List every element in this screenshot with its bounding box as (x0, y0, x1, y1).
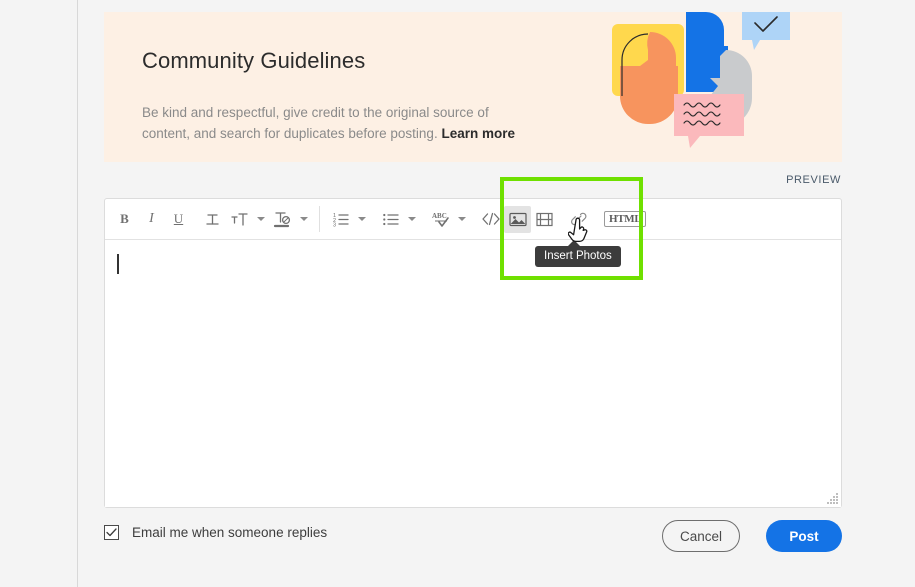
insert-photos-tooltip: Insert Photos (535, 240, 621, 267)
bullet-list-icon[interactable] (377, 206, 404, 233)
insert-code-icon[interactable] (477, 206, 504, 233)
editor-toolbar: B I U 1 2 3 ABC HTML (105, 199, 841, 240)
italic-glyph: I (149, 211, 154, 226)
font-size-icon[interactable] (226, 206, 253, 233)
preview-label[interactable]: PREVIEW (786, 174, 841, 186)
email-notify-label: Email me when someone replies (132, 525, 328, 540)
page-root: Community Guidelines Be kind and respect… (0, 0, 915, 587)
insert-photos-icon[interactable] (504, 205, 531, 233)
editor-text-area[interactable] (105, 240, 841, 507)
toolbar-separator (319, 206, 320, 232)
illustration-pink-bubble (674, 94, 744, 148)
numbered-list-dropdown-caret[interactable] (354, 206, 370, 233)
community-guidelines-banner: Community Guidelines Be kind and respect… (104, 12, 842, 162)
font-size-dropdown-caret[interactable] (253, 206, 269, 233)
italic-icon[interactable]: I (138, 206, 165, 233)
editor-footer: Email me when someone replies Cancel Pos… (104, 520, 842, 562)
post-editor: B I U 1 2 3 ABC HTML (104, 198, 842, 508)
bold-icon[interactable]: B (111, 206, 138, 233)
svg-text:3: 3 (333, 222, 336, 228)
illustration-blue-bubble (742, 12, 790, 50)
numbered-list-icon[interactable]: 1 2 3 (327, 206, 354, 233)
underline-icon[interactable]: U (165, 206, 192, 233)
spell-check-icon[interactable]: ABC (427, 206, 454, 233)
email-notify-checkbox[interactable]: Email me when someone replies (104, 525, 327, 540)
more-options-caret[interactable] (454, 206, 470, 233)
post-button[interactable]: Post (766, 520, 842, 552)
resize-handle[interactable] (827, 493, 839, 505)
page-divider-left (77, 0, 78, 587)
learn-more-link[interactable]: Learn more (441, 126, 515, 141)
text-color-icon[interactable] (269, 206, 296, 233)
hand-cursor-icon (568, 217, 588, 243)
underline-glyph: U (173, 211, 184, 226)
html-source-button[interactable]: HTML (604, 211, 647, 227)
banner-description: Be kind and respectful, give credit to t… (142, 102, 562, 144)
strikethrough-icon[interactable] (199, 206, 226, 233)
text-color-dropdown-caret[interactable] (296, 206, 312, 233)
checkbox-box[interactable] (104, 525, 119, 540)
insert-video-icon[interactable] (531, 206, 558, 233)
banner-description-line2: content, and search for duplicates befor… (142, 126, 438, 141)
banner-title: Community Guidelines (142, 48, 366, 73)
bullet-list-dropdown-caret[interactable] (404, 206, 420, 233)
bold-glyph: B (120, 211, 129, 226)
cancel-button[interactable]: Cancel (662, 520, 740, 552)
svg-text:ABC: ABC (432, 212, 447, 220)
checkmark-icon (106, 528, 117, 537)
community-illustration (612, 12, 790, 148)
text-caret (117, 254, 119, 274)
banner-description-line1: Be kind and respectful, give credit to t… (142, 105, 489, 120)
